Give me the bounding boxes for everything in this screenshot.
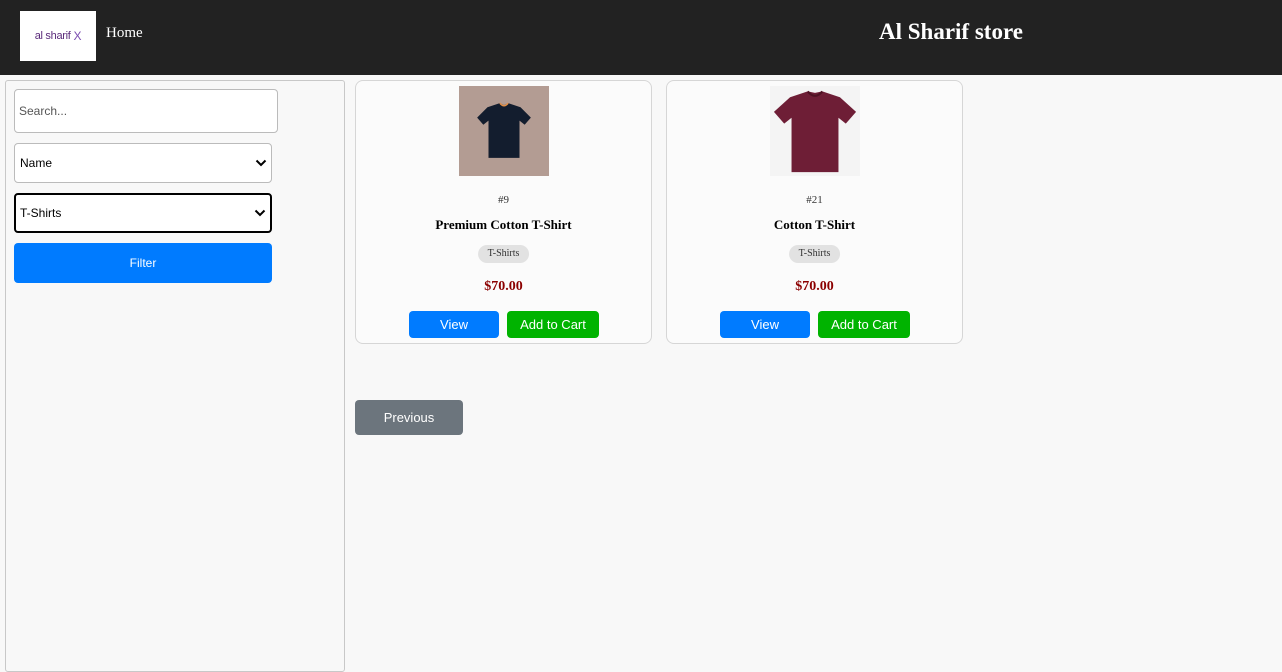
add-to-cart-button[interactable]: Add to Cart bbox=[818, 311, 910, 338]
nav-home-link[interactable]: Home bbox=[106, 25, 143, 42]
product-image[interactable] bbox=[770, 86, 860, 176]
product-name: Premium Cotton T-Shirt bbox=[435, 217, 572, 232]
logo-mark: X bbox=[73, 29, 82, 43]
chevron-down-icon bbox=[255, 159, 267, 167]
maroon-tshirt-icon bbox=[773, 90, 857, 173]
search-input[interactable] bbox=[14, 89, 278, 133]
navy-tshirt-icon bbox=[477, 102, 531, 158]
sort-select-value: Name bbox=[20, 156, 53, 170]
view-button[interactable]: View bbox=[720, 311, 810, 338]
view-button[interactable]: View bbox=[409, 311, 499, 338]
product-card: #21 Cotton T-Shirt T-Shirts $70.00 View … bbox=[666, 80, 963, 344]
product-price: $70.00 bbox=[795, 279, 834, 294]
chevron-down-icon bbox=[254, 209, 266, 217]
product-image[interactable] bbox=[459, 86, 549, 176]
product-id: #21 bbox=[806, 194, 823, 206]
add-to-cart-button[interactable]: Add to Cart bbox=[507, 311, 599, 338]
product-price: $70.00 bbox=[484, 279, 523, 294]
category-select-value: T-Shirts bbox=[20, 206, 62, 220]
top-navbar: al sharif X Home Al Sharif store bbox=[0, 0, 1282, 75]
filter-button[interactable]: Filter bbox=[14, 243, 272, 283]
sort-select[interactable]: Name bbox=[14, 143, 272, 183]
product-id: #9 bbox=[498, 194, 509, 206]
category-select[interactable]: T-Shirts bbox=[14, 193, 272, 233]
product-name: Cotton T-Shirt bbox=[773, 217, 856, 232]
category-badge: T-Shirts bbox=[477, 245, 530, 263]
store-logo[interactable]: al sharif X bbox=[20, 11, 96, 61]
filter-sidebar: Name T-Shirts Filter bbox=[5, 80, 345, 672]
product-card: #9 Premium Cotton T-Shirt T-Shirts $70.0… bbox=[355, 80, 652, 344]
store-title: Al Sharif store bbox=[879, 19, 1023, 44]
logo-text: al sharif bbox=[34, 30, 71, 42]
category-badge: T-Shirts bbox=[788, 245, 841, 263]
previous-page-button[interactable]: Previous bbox=[355, 400, 463, 435]
